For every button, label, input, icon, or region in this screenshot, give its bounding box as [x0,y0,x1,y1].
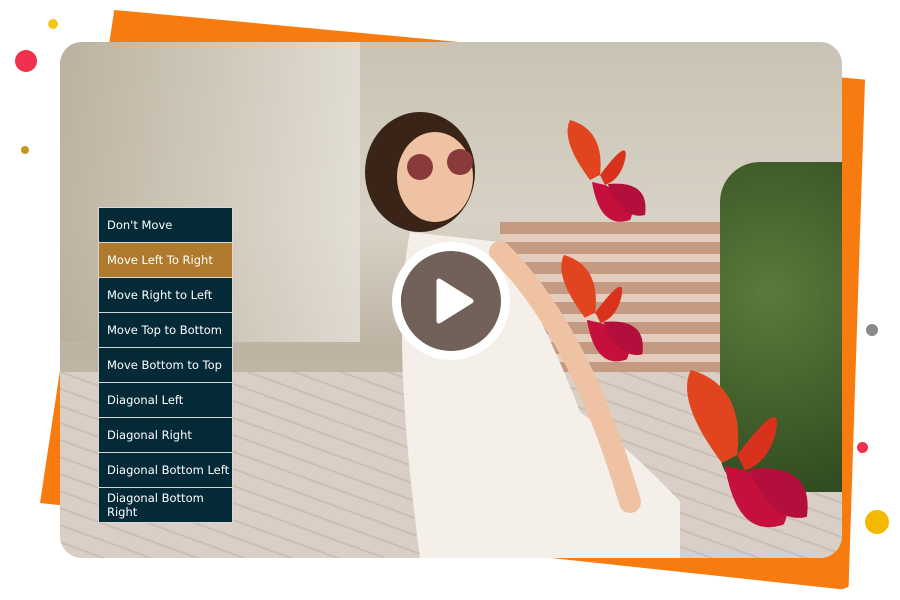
decor-dot [866,324,878,336]
play-button[interactable] [392,242,510,360]
decor-dot [857,442,868,453]
play-icon [436,278,474,324]
menu-item-move-right-to-left[interactable]: Move Right to Left [99,278,232,312]
decor-dot [865,510,889,534]
decor-dot [48,19,58,29]
menu-item-dont-move[interactable]: Don't Move [99,208,232,242]
menu-item-move-top-to-bottom[interactable]: Move Top to Bottom [99,313,232,347]
menu-item-diagonal-bottom-left[interactable]: Diagonal Bottom Left [99,453,232,487]
butterfly-icon [567,120,646,222]
motion-menu: Don't Move Move Left To Right Move Right… [98,207,233,523]
menu-item-diagonal-left[interactable]: Diagonal Left [99,383,232,417]
menu-item-diagonal-right[interactable]: Diagonal Right [99,418,232,452]
decor-dot [15,50,37,72]
menu-item-move-bottom-to-top[interactable]: Move Bottom to Top [99,348,232,382]
menu-item-move-left-to-right[interactable]: Move Left To Right [99,243,232,277]
decor-dot [21,146,29,154]
butterfly-icon [561,255,643,362]
menu-item-diagonal-bottom-right[interactable]: Diagonal Bottom Right [99,488,232,522]
butterfly-icon [687,370,808,528]
